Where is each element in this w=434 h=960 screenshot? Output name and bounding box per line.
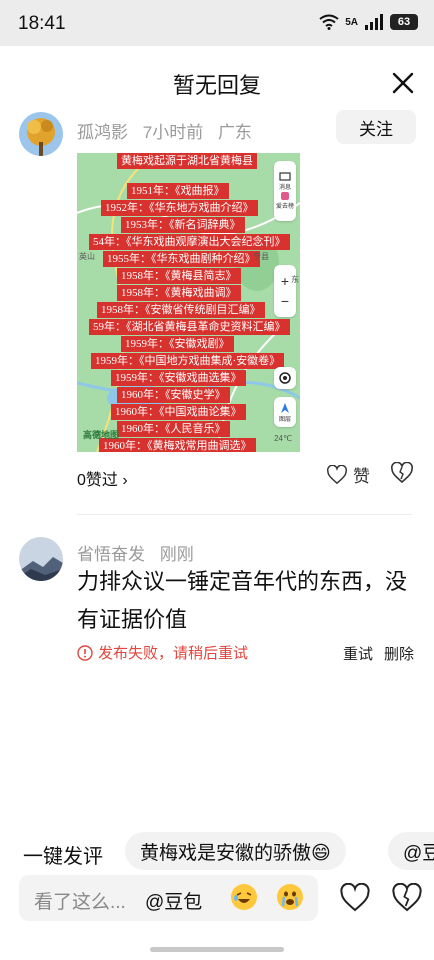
panel-header: 暂无回复 [0,46,434,112]
comment-time: 7小时前 [142,123,204,142]
image-text-row: 1953年：《新名词辞典》 [121,217,245,233]
divider [77,514,412,515]
ranking-icon [281,192,289,200]
comment-username[interactable]: 孤鸿影 [77,123,128,142]
message-icon [279,172,291,181]
image-text-row: 1960年：《黄梅戏常用曲调选》 [99,438,256,452]
map-place-label: 宁县 [253,252,269,261]
image-caption: 黄梅戏起源于湖北省黄梅县 [117,153,257,169]
comment-time: 刚刚 [159,545,194,564]
comment-image[interactable]: 黄梅戏起源于湖北省黄梅县 1951年：《戏曲报》 1952年：《华东地方戏曲介绍… [77,153,300,452]
heart-icon[interactable] [339,883,371,913]
quick-reply-label: 一键发评 [23,846,103,868]
quick-reply-chip[interactable]: 黄梅戏是安徽的骄傲😄 [125,832,346,870]
zoom-control: + − [274,265,296,317]
locate-icon [279,372,291,384]
image-text-row: 54年：《华东戏曲观摩演出大会纪念刊》 [89,234,290,250]
signal-icon [365,14,383,30]
error-icon [77,644,93,661]
emoji-icon[interactable] [277,884,303,910]
layers-button: 图层 [274,397,296,427]
close-icon[interactable] [390,70,416,96]
image-text-row: 1958年：《黄梅戏曲调》 [117,285,241,301]
send-failed-text: 发布失败，请稍后重试 [98,645,249,662]
image-text-row: 1959年：《中国地方戏曲集成·安徽卷》 [91,353,285,369]
image-text-row: 1958年：《黄梅县简志》 [117,268,241,284]
comment-meta: 孤鸿影 7小时前 广东 [77,118,262,143]
broken-heart-icon[interactable] [390,462,414,484]
map-logo: 高德地图 [83,430,120,440]
battery-icon: 63 [390,14,418,30]
avatar[interactable] [19,537,63,581]
like-label: 赞 [353,467,370,486]
image-text-row: 1955年：《华东戏曲剧种介绍》 [103,251,260,267]
map-layers-label: 图层 [278,416,291,423]
home-indicator[interactable] [150,947,284,952]
image-text-row: 1960年：《中国戏曲论集》 [111,404,246,420]
wifi-icon [319,14,339,30]
map-place-label: 东 [291,275,299,284]
comment-username[interactable]: 省悟奋发 [77,545,145,564]
image-text-row: 1960年：《安徽史学》 [117,387,230,403]
comment-text: 力排众议一锤定音年代的东西，没有证据价值 [77,569,408,632]
battery-level: 63 [397,16,411,28]
zoom-in-icon: + [280,273,290,289]
image-text-row: 1958年：《安徽省传统剧目汇编》 [97,302,265,318]
comment-location: 广东 [217,123,252,142]
page-title: 暂无回复 [172,73,261,98]
comment-meta: 省悟奋发 刚刚 [77,540,204,565]
delete-button[interactable]: 删除 [384,643,414,664]
comment-input[interactable]: 看了这么... @豆包 [19,875,318,921]
retry-button[interactable]: 重试 [343,643,373,664]
likes-count-link[interactable]: 0赞过 › [77,466,128,490]
map-sidebar: 消息 爱去榜 [274,161,296,221]
image-text-row: 1959年：《安徽戏曲选集》 [111,370,246,386]
map-ranking-label: 爱去榜 [275,204,294,210]
send-failed-notice: 发布失败，请稍后重试 [77,642,248,663]
map-temperature: 24℃ [274,434,292,443]
broken-heart-icon[interactable] [391,883,423,913]
status-time: 18:41 [18,13,66,34]
follow-button[interactable]: 关注 [336,110,416,144]
compass-icon [281,402,289,413]
avatar[interactable] [19,112,63,156]
zoom-out-icon: − [280,293,290,309]
status-bar: 18:41 5A 63 [0,0,434,46]
emoji-icon[interactable] [231,884,257,910]
network-type: 5A [345,16,358,28]
locate-button [274,367,296,389]
image-text-row: 59年：《湖北省黄梅县革命史资料汇编》 [89,319,290,335]
image-text-row: 1952年：《华东地方戏曲介绍》 [101,200,258,216]
map-news-label: 消息 [278,185,291,191]
image-text-row: 1959年：《安徽戏剧》 [121,336,234,352]
image-text-row: 1960年：《人民音乐》 [117,421,230,437]
heart-icon [326,464,348,484]
map-place-label: 英山 [79,252,95,261]
like-button[interactable]: 赞 [326,462,370,487]
quick-reply-bar: 一键发评 黄梅戏是安徽的骄傲😄 @豆包 [0,832,434,872]
image-text-row: 1951年：《戏曲报》 [127,183,229,199]
mention-doubao[interactable]: @豆包 [145,887,202,914]
quick-reply-chip[interactable]: @豆包 [388,832,434,870]
system-icons: 5A 63 [319,14,418,30]
comment-input-placeholder: 看了这么... [34,892,126,913]
